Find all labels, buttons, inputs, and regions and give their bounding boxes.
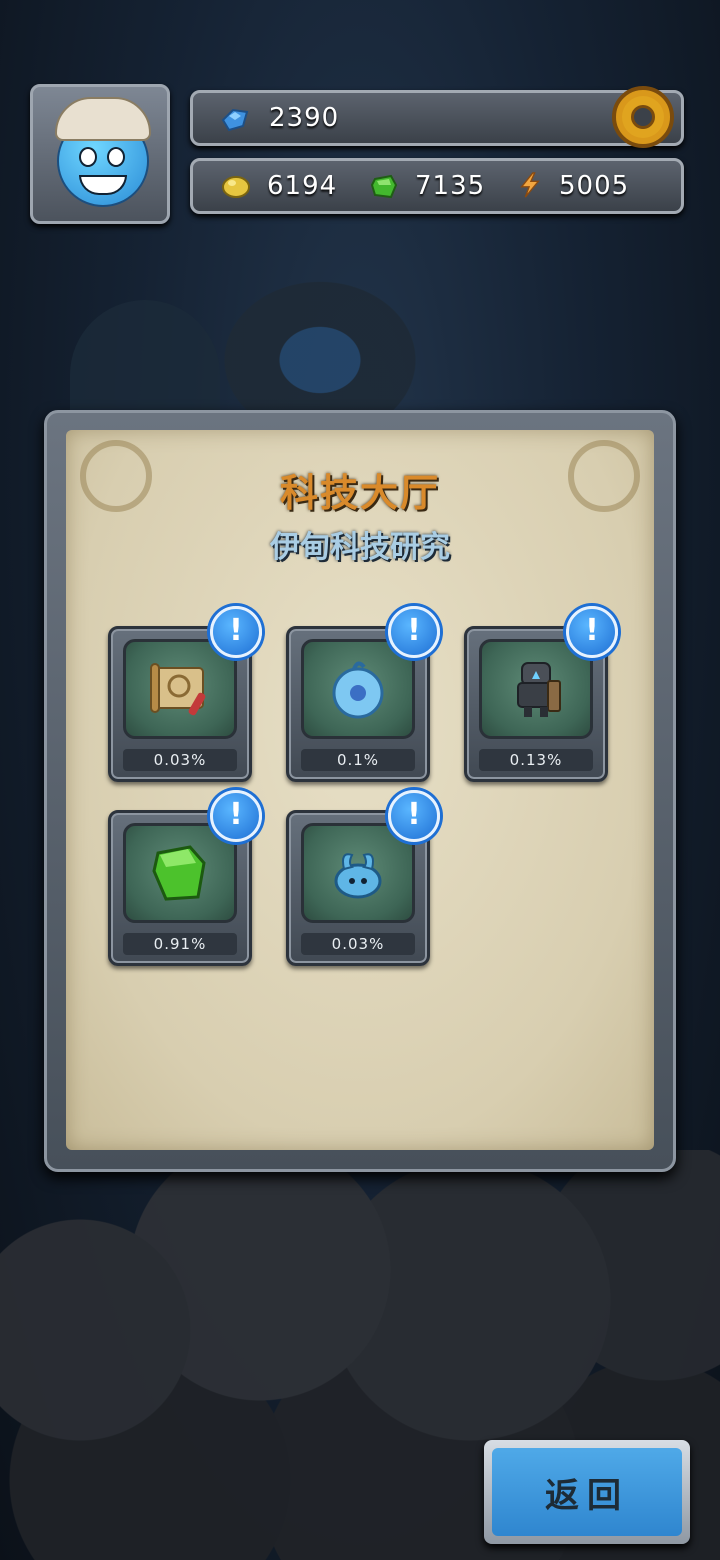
blue-creature-icon [334,853,382,899]
player-avatar[interactable] [30,84,170,224]
crystal-count: 2390 [269,103,340,133]
panel-title: 科技大厅 [279,471,440,515]
gold-count: 6194 [267,171,338,201]
avatar-turban [55,97,151,141]
back-button-label: 返回 [492,1448,682,1536]
green-crystal-icon [152,845,206,901]
tech-progress: 0.1% [301,749,415,771]
background-ruin [210,270,430,420]
lightning-icon [520,172,540,198]
scroll-map-icon [150,663,206,716]
alert-badge: ! [388,790,440,842]
back-button[interactable]: 返回 [484,1440,690,1544]
energy-count: 5005 [559,171,630,201]
green-gem-count: 7135 [415,171,486,201]
tech-progress: 0.03% [301,933,415,955]
panel-subtitle: 伊甸科技研究 [270,530,450,565]
robot-armor-icon [517,662,561,717]
gear-icon[interactable] [606,80,680,154]
blue-crystal-icon [221,108,249,132]
tech-progress: 0.13% [479,749,593,771]
gold-nugget-icon [222,176,250,198]
tech-progress: 0.03% [123,749,237,771]
background-dome [70,300,220,420]
alert-badge: ! [388,606,440,658]
green-gem-icon [370,174,398,199]
tech-progress: 0.91% [123,933,237,955]
alert-badge: ! [210,790,262,842]
alert-badge: ! [566,606,618,658]
resource-bar: 6194 7135 5005 [190,158,684,214]
blue-orb-icon [332,661,384,719]
alert-badge: ! [210,606,262,658]
